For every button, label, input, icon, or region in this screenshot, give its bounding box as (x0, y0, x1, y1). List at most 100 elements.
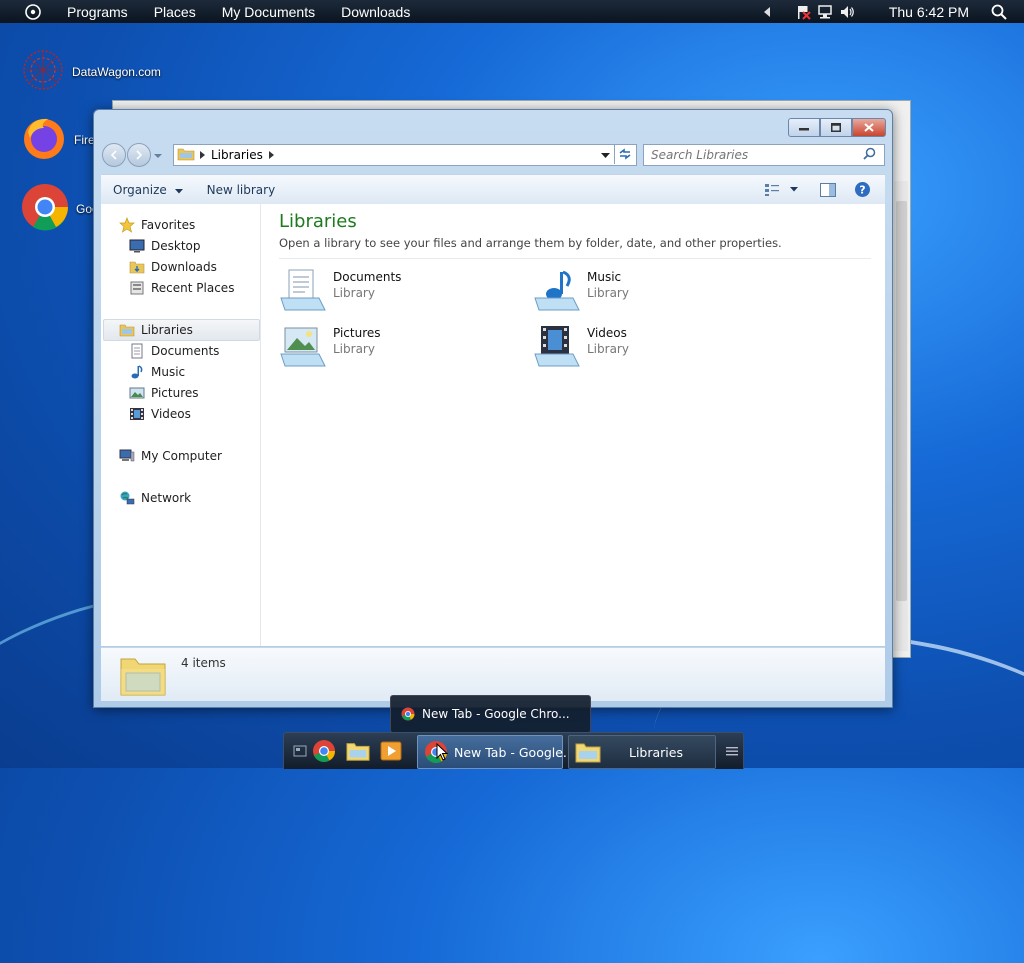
library-type: Library (587, 286, 629, 300)
tray-expand-icon[interactable] (756, 1, 778, 23)
library-type: Library (333, 286, 375, 300)
nav-item-label: Pictures (151, 386, 199, 400)
close-button[interactable] (852, 118, 886, 137)
launcher-media-player[interactable] (379, 739, 403, 763)
organize-button[interactable]: Organize (101, 183, 195, 197)
address-bar[interactable]: Libraries (173, 144, 637, 166)
task-label: Libraries (629, 744, 683, 760)
chevron-down-icon (154, 154, 162, 158)
breadcrumb-libraries[interactable]: Libraries (211, 148, 263, 162)
menu-my-documents[interactable]: My Documents (209, 4, 328, 20)
close-icon (864, 123, 874, 132)
item-count: 4 items (181, 656, 226, 670)
divider (279, 258, 871, 259)
nav-libraries[interactable]: Libraries (119, 322, 193, 338)
address-history-dropdown[interactable] (601, 148, 610, 162)
library-item-videos[interactable]: Videos Library (533, 324, 629, 373)
view-options-button[interactable] (764, 183, 798, 197)
help-button[interactable]: ? (854, 181, 871, 198)
launcher-chrome[interactable] (312, 739, 336, 763)
menu-icon (726, 747, 738, 756)
nav-network[interactable]: Network (119, 490, 191, 506)
nav-music[interactable]: Music (129, 364, 185, 380)
library-name: Videos (587, 326, 627, 340)
scrollbar-thumb[interactable] (896, 201, 907, 601)
nav-item-label: Recent Places (151, 281, 235, 295)
maximize-button[interactable] (820, 118, 852, 137)
library-type: Library (333, 342, 375, 356)
launcher-file-explorer[interactable] (346, 739, 370, 763)
preview-pane-icon (820, 182, 836, 197)
library-item-documents[interactable]: Documents Library (279, 268, 401, 317)
back-button[interactable] (102, 143, 126, 167)
refresh-button[interactable] (614, 144, 635, 164)
network-icon (119, 490, 135, 506)
nav-videos[interactable]: Videos (129, 406, 191, 422)
action-center-flag-icon[interactable] (792, 1, 814, 23)
forward-arrow-icon (136, 150, 143, 160)
pictures-library-icon (279, 324, 327, 373)
breadcrumb-arrow-icon[interactable] (268, 148, 274, 162)
network-tray-icon[interactable] (814, 1, 836, 23)
desktop-icon-label: Fire (74, 132, 95, 147)
recent-pages-dropdown[interactable] (154, 148, 162, 162)
forward-button[interactable] (127, 143, 151, 167)
library-item-music[interactable]: Music Library (533, 268, 629, 317)
back-arrow-icon (110, 150, 117, 160)
minimize-button[interactable] (788, 118, 820, 137)
downloads-folder-icon (129, 259, 145, 275)
chevron-down-icon (790, 187, 798, 192)
nav-item-label: Music (151, 365, 186, 379)
task-label: New Tab - Google... (454, 744, 575, 760)
taskbar-preview-tooltip[interactable]: New Tab - Google Chro... (390, 695, 591, 733)
menu-downloads[interactable]: Downloads (328, 4, 423, 20)
nav-my-computer[interactable]: My Computer (119, 448, 222, 464)
videos-icon (129, 406, 145, 422)
power-icon[interactable] (22, 1, 44, 23)
mouse-cursor-icon (436, 742, 449, 764)
svg-text:?: ? (859, 184, 865, 197)
task-libraries[interactable]: Libraries (568, 735, 716, 769)
refresh-icon (619, 148, 631, 160)
search-icon[interactable] (863, 147, 876, 163)
libraries-window: Libraries Organize New library (93, 109, 893, 708)
search-icon[interactable] (988, 1, 1010, 23)
help-icon: ? (855, 182, 870, 197)
nav-recent-places[interactable]: Recent Places (129, 280, 234, 296)
taskbar-menu-button[interactable] (720, 739, 744, 763)
show-desktop-icon (293, 745, 307, 757)
window-controls (788, 118, 886, 137)
explorer-content: Favorites Desktop Downloads Recent Place… (101, 204, 885, 646)
clock[interactable]: Thu 6:42 PM (876, 4, 982, 20)
firefox-icon (20, 114, 68, 165)
libraries-folder-icon (119, 653, 167, 700)
maximize-icon (831, 123, 841, 132)
computer-icon (119, 448, 135, 464)
preview-pane-button[interactable] (820, 182, 836, 197)
new-library-button[interactable]: New library (195, 183, 288, 197)
music-icon (129, 364, 145, 380)
nav-favorites[interactable]: Favorites (119, 217, 195, 233)
nav-downloads[interactable]: Downloads (129, 259, 217, 275)
breadcrumb-arrow-icon[interactable] (200, 148, 205, 162)
nav-desktop[interactable]: Desktop (129, 238, 201, 254)
volume-icon[interactable] (836, 1, 858, 23)
menu-programs[interactable]: Programs (54, 4, 141, 20)
desktop-icon-datawagon[interactable]: DataWagon.com (20, 48, 161, 95)
folder-icon (346, 743, 370, 761)
chevron-down-icon (174, 188, 183, 193)
nav-item-label: Desktop (151, 239, 201, 253)
videos-library-icon (533, 324, 581, 373)
minimize-icon (799, 127, 809, 130)
search-box[interactable] (643, 144, 885, 166)
menu-places[interactable]: Places (141, 4, 209, 20)
desktop-icon-firefox[interactable]: Fire (20, 114, 95, 165)
nav-pictures[interactable]: Pictures (129, 385, 199, 401)
nav-documents[interactable]: Documents (129, 343, 219, 359)
details-pane: 4 items (101, 647, 885, 701)
desktop-icon (129, 238, 145, 254)
desktop-icon-chrome[interactable]: Goo (20, 182, 99, 235)
search-input[interactable] (644, 147, 863, 163)
show-desktop-button[interactable] (288, 739, 312, 763)
library-item-pictures[interactable]: Pictures Library (279, 324, 381, 373)
